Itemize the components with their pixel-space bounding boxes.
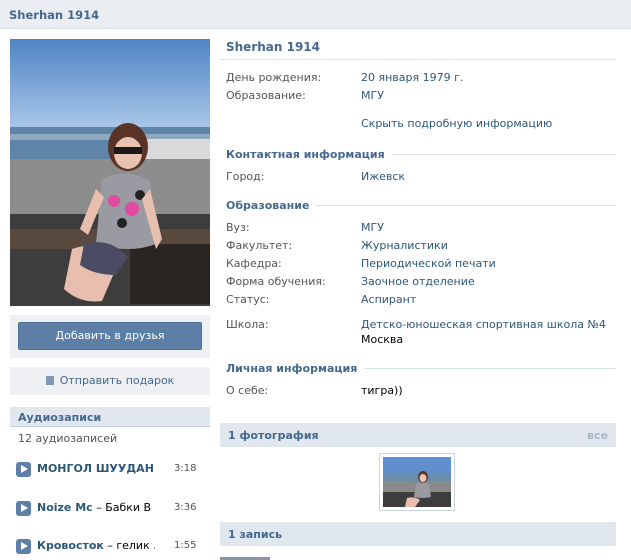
status-value[interactable]: Аспирант xyxy=(361,293,416,306)
add-friend-area: Добавить в друзья xyxy=(10,315,210,358)
about-value: тигра)) xyxy=(361,384,403,397)
info-row-university: Вуз: МГУ xyxy=(226,221,616,235)
audio-title: – Бабки В ... xyxy=(96,501,155,514)
photo-thumbnail-image xyxy=(383,457,451,507)
school-label: Школа: xyxy=(226,318,269,331)
photos-header[interactable]: 1 фотография все xyxy=(220,423,616,447)
audio-track-name[interactable]: Noize Mc – Бабки В ... xyxy=(37,501,155,514)
university-label: Вуз: xyxy=(226,221,250,234)
department-value[interactable]: Периодической печати xyxy=(361,257,496,270)
avatar-photo xyxy=(10,39,210,306)
photos-header-title: 1 фотография xyxy=(228,429,319,442)
status-label: Статус: xyxy=(226,293,270,306)
audio-track-name[interactable]: Кровосток – гелик ... xyxy=(37,539,155,552)
left-column: Добавить в друзья Отправить подарок Ауди… xyxy=(10,39,210,554)
education-value[interactable]: МГУ xyxy=(361,89,384,102)
section-education-title: Образование xyxy=(226,199,317,212)
section-education: Образование xyxy=(226,199,616,213)
profile-avatar[interactable] xyxy=(10,39,210,306)
audio-duration: 3:18 xyxy=(174,463,197,474)
send-gift-label: Отправить подарок xyxy=(59,374,175,387)
faculty-label: Факультет: xyxy=(226,239,293,252)
audio-count[interactable]: 12 аудиозаписей xyxy=(18,432,117,445)
info-row-birthday: День рождения: 20 января 1979 г. xyxy=(226,71,616,85)
audio-duration: 1:55 xyxy=(174,540,197,551)
info-row-school: Школа: Детско-юношеская спортивная школа… xyxy=(226,318,616,348)
send-gift-button[interactable]: Отправить подарок xyxy=(10,367,210,395)
profile-name: Sherhan 1914 xyxy=(226,40,321,54)
about-label: О себе: xyxy=(226,384,269,397)
audio-track-name[interactable]: МОНГОЛ ШУУДАН... xyxy=(37,462,155,475)
play-icon[interactable] xyxy=(16,539,31,554)
audio-header[interactable]: Аудиозаписи xyxy=(10,407,210,427)
section-personal-title: Личная информация xyxy=(226,362,365,375)
info-row-about: О себе: тигра)) xyxy=(226,384,616,398)
section-personal: Личная информация xyxy=(226,362,616,376)
add-friend-button[interactable]: Добавить в друзья xyxy=(18,322,202,350)
wall-header[interactable]: 1 запись xyxy=(220,522,616,546)
birthday-label: День рождения: xyxy=(226,71,322,84)
study-form-label: Форма обучения: xyxy=(226,275,326,288)
info-row-city: Город: Ижевск xyxy=(226,170,616,184)
section-contacts-title: Контактная информация xyxy=(226,148,392,161)
audio-artist: Noize Mc xyxy=(37,501,93,514)
study-form-value[interactable]: Заочное отделение xyxy=(361,275,475,288)
info-row-department: Кафедра: Периодической печати xyxy=(226,257,616,271)
education-label: Образование: xyxy=(226,89,306,102)
audio-item: Noize Mc – Бабки В ... 3:36 xyxy=(16,500,206,516)
university-value[interactable]: МГУ xyxy=(361,221,384,234)
photo-thumbnail[interactable] xyxy=(379,453,455,511)
info-row-faculty: Факультет: Журналистики xyxy=(226,239,616,253)
birthday-value[interactable]: 20 января 1979 г. xyxy=(361,71,463,84)
city-label: Город: xyxy=(226,170,265,183)
audio-artist: МОНГОЛ ШУУДАН... xyxy=(37,462,155,475)
school-city: Москва xyxy=(361,333,404,346)
wall-header-title: 1 запись xyxy=(228,528,283,541)
gift-icon xyxy=(45,376,54,385)
faculty-value[interactable]: Журналистики xyxy=(361,239,448,252)
audio-item: МОНГОЛ ШУУДАН... 3:18 xyxy=(16,461,206,477)
city-value[interactable]: Ижевск xyxy=(361,170,405,183)
top-bar: Sherhan 1914 xyxy=(0,0,631,29)
section-contacts: Контактная информация xyxy=(226,148,616,162)
page-title: Sherhan 1914 xyxy=(9,8,100,22)
info-row-status: Статус: Аспирант xyxy=(226,293,616,307)
department-label: Кафедра: xyxy=(226,257,282,270)
audio-artist: Кровосток xyxy=(37,539,104,552)
audio-header-title: Аудиозаписи xyxy=(18,411,102,424)
play-icon[interactable] xyxy=(16,462,31,477)
divider xyxy=(220,59,616,60)
audio-duration: 3:36 xyxy=(174,502,197,513)
audio-item: Кровосток – гелик ... 1:55 xyxy=(16,538,206,554)
hide-details-link[interactable]: Скрыть подробную информацию xyxy=(361,117,552,130)
info-row-study-form: Форма обучения: Заочное отделение xyxy=(226,275,616,289)
audio-title: – гелик ... xyxy=(107,539,155,552)
play-icon[interactable] xyxy=(16,501,31,516)
info-row-education: Образование: МГУ xyxy=(226,89,616,103)
school-value[interactable]: Детско-юношеская спортивная школа №4 xyxy=(361,318,606,331)
photos-all-link[interactable]: все xyxy=(587,429,608,442)
